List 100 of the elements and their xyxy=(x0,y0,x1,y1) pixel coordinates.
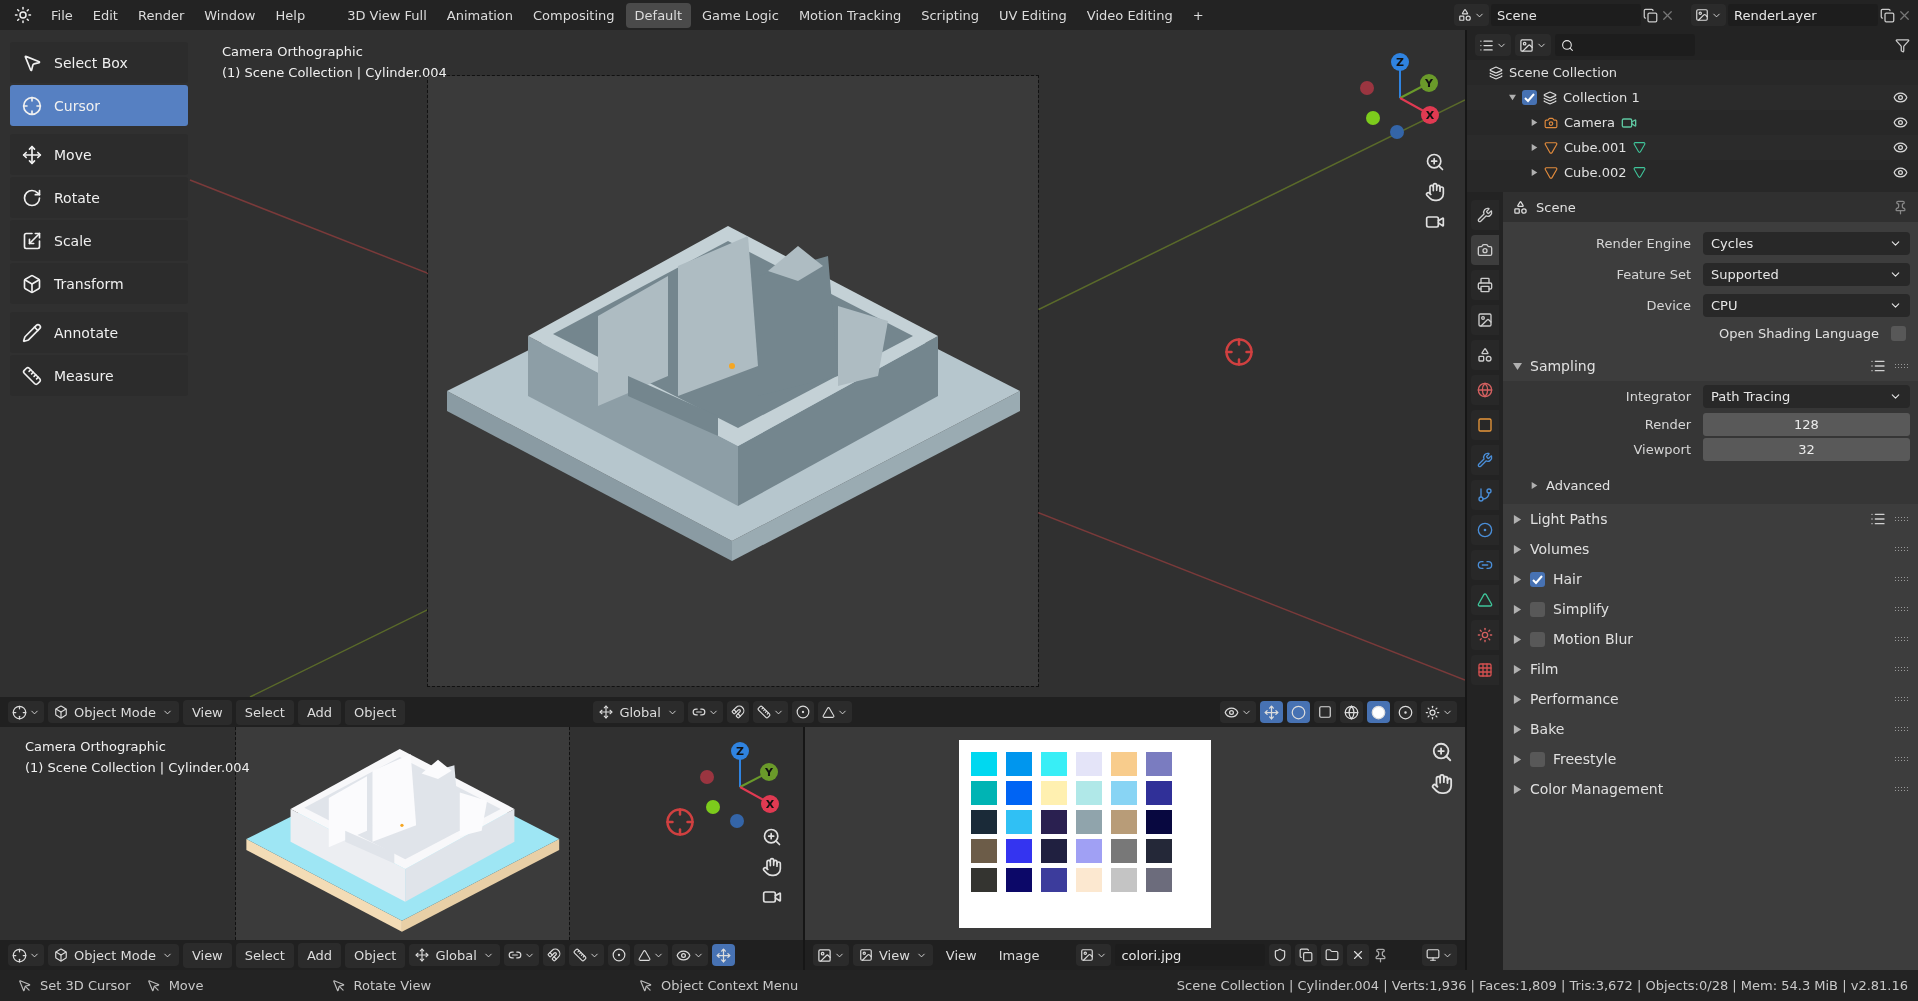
outliner-item[interactable]: Cube.001 xyxy=(1564,140,1627,155)
menu-item[interactable]: View xyxy=(936,942,986,968)
properties-tab[interactable] xyxy=(1471,270,1499,300)
menu-item[interactable]: Help xyxy=(266,2,315,28)
zoom-icon[interactable] xyxy=(1431,741,1453,763)
zoom-icon[interactable] xyxy=(762,827,782,847)
expanded-arrow-icon[interactable] xyxy=(1513,361,1522,371)
panel-title[interactable]: Light Paths xyxy=(1530,511,1608,527)
collapsed-arrow-icon[interactable] xyxy=(1513,544,1522,554)
menu-item[interactable]: Object xyxy=(345,699,406,725)
panel-title[interactable]: Bake xyxy=(1530,721,1565,737)
menu-item[interactable]: View xyxy=(182,699,232,725)
presets-icon[interactable] xyxy=(1870,358,1886,374)
snap-target-button[interactable] xyxy=(568,944,604,966)
panel-title[interactable]: Hair xyxy=(1553,571,1582,587)
properties-tab[interactable] xyxy=(1471,480,1499,510)
editor-type-button[interactable] xyxy=(8,944,44,966)
hand-icon[interactable] xyxy=(1425,182,1445,202)
properties-tab[interactable] xyxy=(1471,585,1499,615)
workspace-tab[interactable]: Motion Tracking xyxy=(789,2,911,28)
visibility-button[interactable] xyxy=(1220,701,1256,723)
tool-button[interactable]: Annotate xyxy=(10,312,188,353)
checkbox[interactable] xyxy=(1530,601,1545,617)
dropdown[interactable]: Supported xyxy=(1703,263,1910,286)
snap-button[interactable] xyxy=(726,701,749,723)
editor-type-button[interactable] xyxy=(813,944,849,966)
open-button[interactable] xyxy=(1321,944,1344,966)
view-layer-field[interactable]: RenderLayer xyxy=(1728,4,1878,26)
panel-title[interactable]: Motion Blur xyxy=(1553,631,1634,647)
pivot-button[interactable] xyxy=(503,944,539,966)
navigation-gizmo[interactable]: Z Y X xyxy=(695,739,785,829)
visibility-icon[interactable] xyxy=(1893,140,1908,155)
collapsed-arrow-icon[interactable] xyxy=(1513,784,1522,794)
tool-button[interactable]: Rotate xyxy=(10,177,188,218)
wireframe-shading-button[interactable] xyxy=(1340,701,1363,723)
properties-tab[interactable] xyxy=(1471,515,1499,545)
panel-title[interactable]: Performance xyxy=(1530,691,1619,707)
proportional-button[interactable] xyxy=(607,944,630,966)
tool-button[interactable]: Transform xyxy=(10,263,188,304)
panel-title[interactable]: Color Management xyxy=(1530,781,1664,797)
collapsed-arrow-icon[interactable] xyxy=(1513,514,1522,524)
checkbox[interactable] xyxy=(1530,751,1545,767)
collapsed-arrow-icon[interactable] xyxy=(1513,604,1522,614)
collapsed-arrow-icon[interactable] xyxy=(1513,634,1522,644)
collapsed-arrow-icon[interactable] xyxy=(1531,169,1538,176)
tool-button[interactable]: Move xyxy=(10,134,188,175)
search-field[interactable] xyxy=(1555,34,1695,56)
panel-title[interactable]: Sampling xyxy=(1530,358,1596,374)
collapsed-arrow-icon[interactable] xyxy=(1531,481,1538,489)
checkbox[interactable] xyxy=(1530,631,1545,647)
view-layer-selector-button[interactable] xyxy=(1691,4,1726,26)
workspace-tab[interactable]: Compositing xyxy=(524,2,624,28)
panel-title[interactable]: Simplify xyxy=(1553,601,1610,617)
menu-item[interactable]: Render xyxy=(128,2,194,28)
falloff-button[interactable] xyxy=(633,944,668,966)
display-channels-button[interactable] xyxy=(1422,944,1457,966)
properties-tab[interactable] xyxy=(1471,305,1499,335)
checkbox[interactable] xyxy=(1891,325,1906,341)
panel-title[interactable]: Volumes xyxy=(1530,541,1590,557)
pin-icon[interactable] xyxy=(1373,947,1389,963)
visibility-icon[interactable] xyxy=(1893,90,1908,105)
outliner-item[interactable]: Collection 1 xyxy=(1563,90,1640,105)
collapsed-arrow-icon[interactable] xyxy=(1513,664,1522,674)
copy-icon[interactable] xyxy=(1880,7,1895,23)
menu-item[interactable]: Add xyxy=(297,942,342,968)
snap-button[interactable] xyxy=(542,944,565,966)
display-mode-button[interactable] xyxy=(1515,34,1551,56)
properties-tab[interactable] xyxy=(1471,445,1499,475)
mode-dropdown[interactable]: Object Mode xyxy=(48,944,179,966)
proportional-button[interactable] xyxy=(791,701,814,723)
collapsed-arrow-icon[interactable] xyxy=(1513,754,1522,764)
editor-type-button[interactable] xyxy=(1475,34,1511,56)
tool-button[interactable]: Scale xyxy=(10,220,188,261)
collapsed-arrow-icon[interactable] xyxy=(1531,144,1538,151)
snap-target-button[interactable] xyxy=(752,701,788,723)
menu-item[interactable]: Add xyxy=(297,699,342,725)
outliner-item[interactable]: Scene Collection xyxy=(1509,65,1618,80)
properties-tab[interactable] xyxy=(1471,410,1499,440)
hand-icon[interactable] xyxy=(1431,773,1453,795)
dropdown[interactable]: CPU xyxy=(1703,294,1910,317)
dropdown[interactable]: Path Tracing xyxy=(1703,385,1910,408)
collapsed-arrow-icon[interactable] xyxy=(1513,694,1522,704)
collapsed-arrow-icon[interactable] xyxy=(1513,574,1522,584)
orientation-dropdown[interactable]: Global xyxy=(409,944,500,966)
menu-item[interactable]: View xyxy=(182,942,232,968)
menu-item[interactable]: Select xyxy=(235,699,294,725)
collapsed-arrow-icon[interactable] xyxy=(1513,724,1522,734)
menu-item[interactable]: Edit xyxy=(83,2,127,28)
number-field[interactable]: 128 xyxy=(1703,413,1910,436)
workspace-tab[interactable]: Scripting xyxy=(912,2,988,28)
zoom-icon[interactable] xyxy=(1425,152,1445,172)
expanded-arrow-icon[interactable] xyxy=(1509,94,1516,101)
visibility-icon[interactable] xyxy=(1893,165,1908,180)
properties-tab[interactable] xyxy=(1471,340,1499,370)
visibility-icon[interactable] xyxy=(1893,115,1908,130)
workspace-tab[interactable]: Game Logic xyxy=(693,2,788,28)
tool-button[interactable]: Measure xyxy=(10,355,188,396)
navigation-gizmo[interactable]: Z Y X xyxy=(1355,50,1445,140)
workspace-tab[interactable]: Default xyxy=(625,2,692,28)
mode-dropdown[interactable]: Object Mode xyxy=(48,701,179,723)
